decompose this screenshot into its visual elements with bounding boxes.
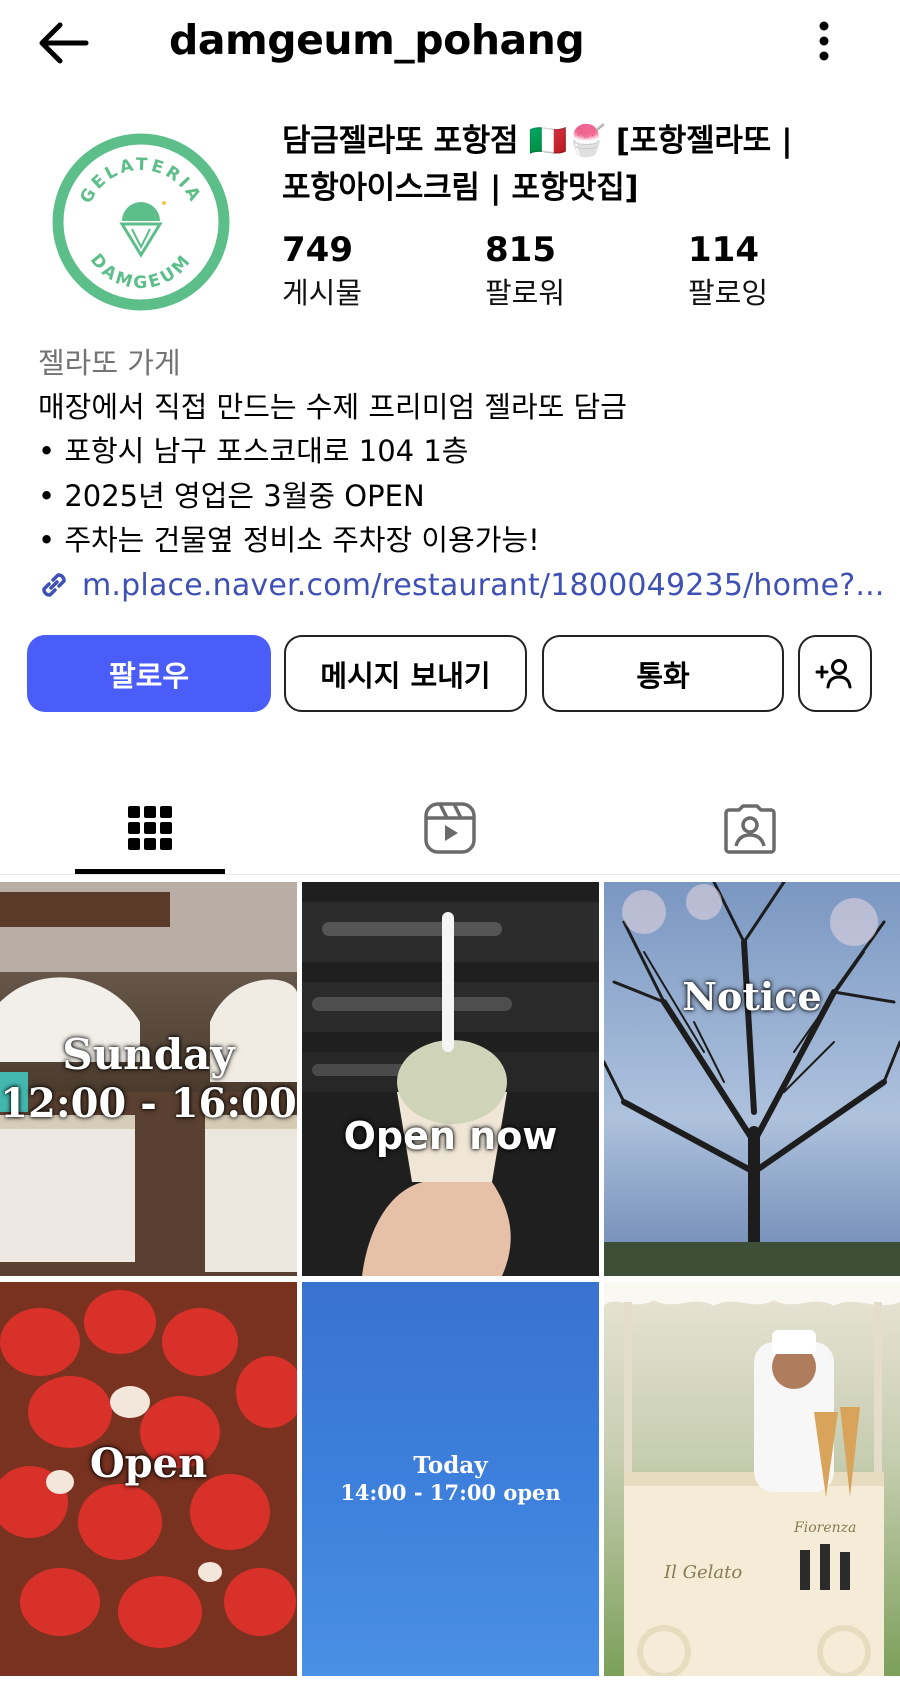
bio-line-2: • 포항시 남구 포스코대로 104 1층: [38, 434, 469, 468]
post-tile[interactable]: Il Gelato Fiorenza: [604, 1282, 900, 1676]
profile-avatar[interactable]: GELATERIA DAMGEUM: [52, 133, 230, 311]
reels-icon: [424, 802, 476, 854]
add-person-icon: [815, 658, 852, 688]
tab-tagged[interactable]: [600, 780, 900, 876]
post-tile[interactable]: Open: [0, 1282, 297, 1676]
display-name-line-2: 포항아이스크림 | 포항맛집]: [282, 170, 639, 206]
more-vertical-icon: [819, 21, 829, 61]
cart-label: Il Gelato: [664, 1562, 743, 1583]
followers-label: 팔로워: [485, 276, 566, 310]
tabs-divider: [0, 874, 900, 875]
bio-line-3: • 2025년 영업은 3월중 OPEN: [38, 479, 425, 513]
followers-stat[interactable]: 815 팔로워: [485, 228, 565, 314]
following-label: 팔로잉: [688, 276, 769, 310]
tagged-icon: [724, 804, 776, 854]
profile-display-name: 담금젤라또 포항점 🇮🇹🍧 [포항젤라또 | 포항아이스크림 | 포항맛집]: [282, 118, 842, 212]
following-count: 114: [688, 230, 759, 270]
link-icon: [42, 573, 66, 597]
back-button[interactable]: [36, 18, 96, 68]
post-overlay-text: Sunday: [62, 1030, 235, 1079]
bio-line-1: 매장에서 직접 만드는 수제 프리미엄 젤라또 담금: [38, 390, 627, 424]
posts-label: 게시물: [282, 276, 363, 310]
tab-reels[interactable]: [300, 780, 600, 876]
follow-button[interactable]: 팔로우: [27, 635, 271, 712]
profile-category: 젤라또 가게: [38, 346, 181, 380]
active-tab-indicator: [75, 869, 225, 874]
display-name-line-1: 담금젤라또 포항점 🇮🇹🍧 [포항젤라또 |: [282, 123, 793, 159]
profile-username: damgeum_pohang: [169, 16, 585, 64]
post-image: [604, 1282, 900, 1676]
grid-icon: [128, 806, 172, 850]
post-overlay-text: Open: [89, 1440, 208, 1487]
more-options-button[interactable]: [806, 16, 842, 66]
arrow-left-icon: [39, 22, 89, 64]
call-button[interactable]: 통화: [542, 635, 784, 712]
post-tile[interactable]: Open now: [302, 882, 599, 1276]
message-button[interactable]: 메시지 보내기: [284, 635, 527, 712]
followers-count: 815: [485, 230, 556, 270]
profile-tabs: [0, 780, 900, 876]
post-tile[interactable]: Today 14:00 - 17:00 open: [302, 1282, 599, 1676]
post-overlay-text: Notice: [682, 974, 822, 1019]
bio-line-4: • 주차는 건물옆 정비소 주차장 이용가능!: [38, 523, 540, 557]
cart-sublabel: Fiorenza: [794, 1520, 857, 1536]
bio-link-text[interactable]: m.place.naver.com/restaurant/1800049235/…: [82, 568, 885, 603]
post-tile[interactable]: Notice: [604, 882, 900, 1276]
top-bar: damgeum_pohang: [0, 0, 900, 86]
following-stat[interactable]: 114 팔로잉: [688, 228, 768, 314]
posts-count: 749: [282, 230, 353, 270]
post-image: [302, 902, 599, 1276]
post-image: [0, 882, 297, 1276]
post-overlay-text: Open now: [343, 1114, 558, 1158]
post-tile[interactable]: Sunday 12:00 - 16:00: [0, 882, 297, 1276]
post-image: [604, 882, 900, 1276]
suggested-accounts-button[interactable]: [798, 635, 872, 712]
bio-link[interactable]: m.place.naver.com/restaurant/1800049235/…: [36, 563, 885, 607]
post-overlay-subtext: 12:00 - 16:00: [0, 1080, 297, 1127]
post-overlay-subtext: 14:00 - 17:00 open: [340, 1480, 561, 1505]
posts-stat[interactable]: 749 게시물: [282, 228, 362, 314]
tab-posts-grid[interactable]: [0, 780, 300, 876]
gelateria-logo: GELATERIA DAMGEUM: [52, 133, 230, 311]
post-overlay-text: Today: [413, 1452, 488, 1479]
